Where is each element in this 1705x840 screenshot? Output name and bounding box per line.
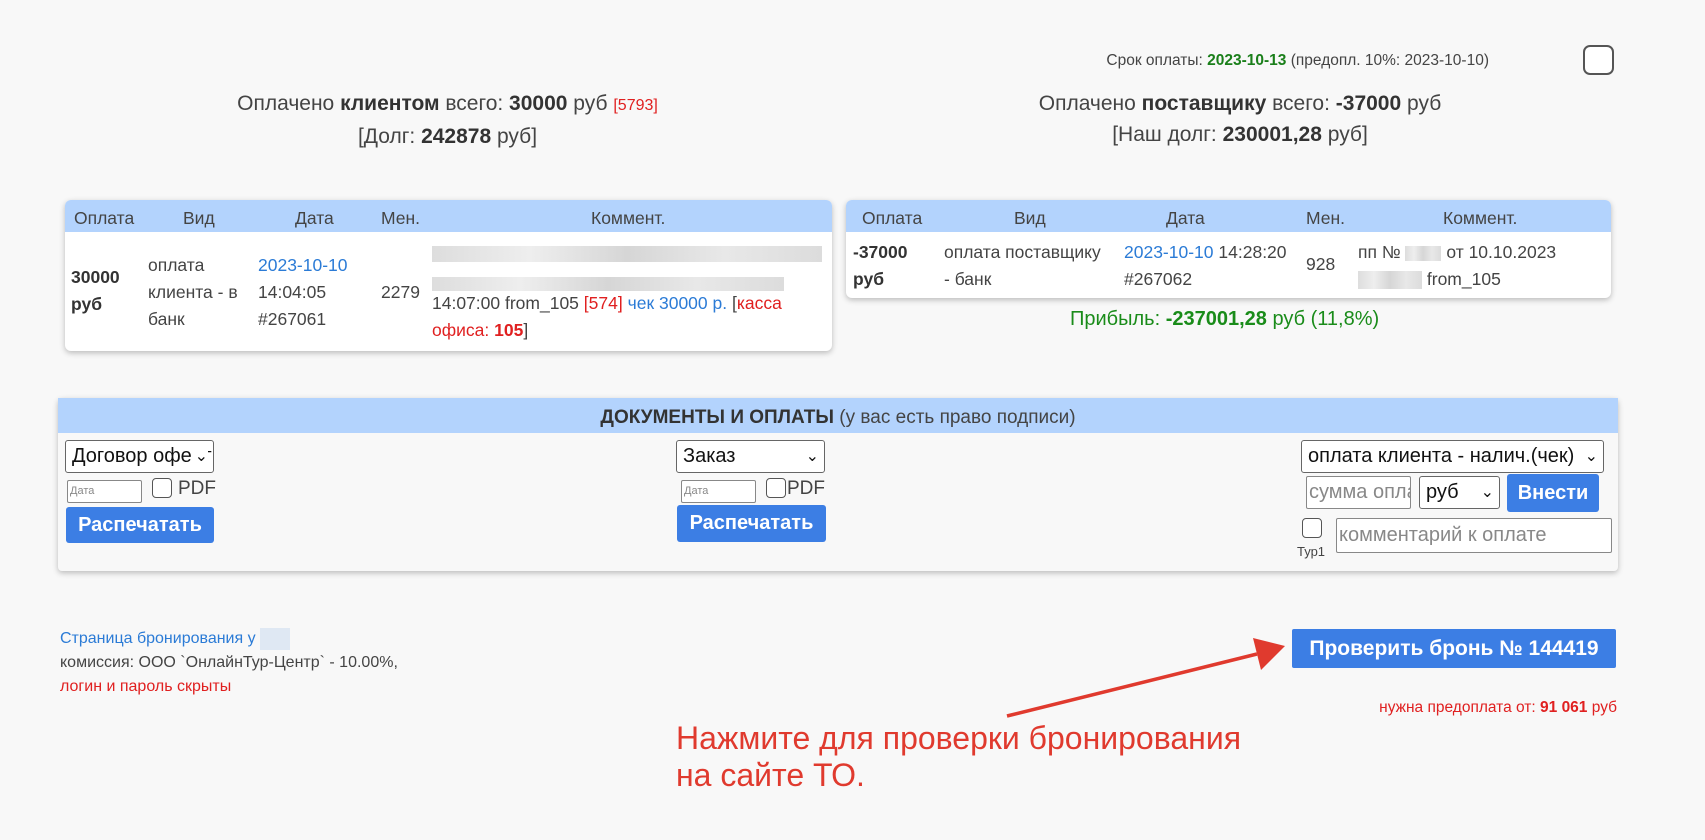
currency-select[interactable]: руб ⌄ bbox=[1419, 476, 1500, 509]
redacted-text bbox=[432, 240, 827, 292]
payment-date-link[interactable]: 2023-10-10 bbox=[258, 252, 348, 279]
client-paid-ref: [5793] bbox=[613, 97, 658, 114]
profit-amount: -237001,28 bbox=[1165, 308, 1267, 330]
supplier-paid-amount: -37000 bbox=[1335, 92, 1402, 115]
payment-date: 2023-10-10 14:04:05 #267061 bbox=[258, 252, 348, 333]
date-input[interactable]: Дата bbox=[67, 480, 142, 503]
payment-comment: пп № от 10.10.2023 from_105 bbox=[1358, 242, 1557, 290]
tur1-label: Тур1 bbox=[1297, 544, 1326, 559]
print-contract-button[interactable]: Распечатать bbox=[66, 507, 214, 543]
documents-payments-panel: ДОКУМЕНТЫ И ОПЛАТЫ (у вас есть право под… bbox=[58, 398, 1618, 571]
deadline-date: 2023-10-13 bbox=[1207, 52, 1287, 69]
manager-link[interactable]: 928 bbox=[1306, 251, 1335, 278]
payment-comment-input[interactable]: комментарий к оплате bbox=[1336, 518, 1612, 553]
booking-info: Страница бронирования у комиссия: ООО `О… bbox=[60, 627, 398, 699]
deadline-label: Срок оплаты: bbox=[1106, 52, 1203, 69]
payment-date: 2023-10-10 14:28:20 #267062 bbox=[1124, 242, 1287, 289]
payment-amount: -37000 руб bbox=[853, 242, 908, 289]
table-header: Оплата Вид Дата Мен. Коммент. bbox=[846, 200, 1611, 232]
order-document-select[interactable]: Заказ ⌄ bbox=[676, 440, 825, 473]
client-paid-summary: Оплачено клиентом всего: 30000 руб [5793… bbox=[237, 92, 658, 148]
payment-amount: 30000 руб bbox=[71, 267, 120, 314]
deadline-checkbox[interactable] bbox=[1583, 45, 1614, 75]
payment-kind: оплата поставщику - банк bbox=[944, 242, 1101, 289]
prepay-amount: 91 061 bbox=[1540, 699, 1588, 716]
login-hidden-text: логин и пароль скрыты bbox=[60, 678, 232, 695]
print-order-button[interactable]: Распечатать bbox=[677, 505, 826, 542]
booking-page-link[interactable]: Страница бронирования у bbox=[60, 630, 256, 647]
supplier-payments-table: Оплата Вид Дата Мен. Коммент. -37000 руб… bbox=[846, 200, 1611, 298]
deadline-prepay-note: (предопл. 10%: 2023-10-10) bbox=[1290, 52, 1489, 69]
payment-sum-input[interactable]: сумма оплаты bbox=[1306, 476, 1411, 509]
payment-kind-link[interactable]: оплата клиента - в банк bbox=[148, 252, 238, 333]
pdf-label: PDF bbox=[787, 478, 825, 499]
chevron-down-icon: ⌄ bbox=[192, 441, 208, 472]
check-booking-button[interactable]: Проверить бронь № 144419 bbox=[1292, 629, 1616, 668]
prepay-required: нужна предоплата от: 91 061 руб bbox=[1379, 699, 1617, 716]
profit-summary: Прибыль: -237001,28 руб (11,8%) bbox=[1070, 308, 1380, 330]
redacted-text bbox=[1358, 271, 1422, 290]
pdf-checkbox[interactable] bbox=[766, 478, 786, 498]
supplier-debt-amount: 230001,28 bbox=[1222, 123, 1322, 146]
tur1-checkbox[interactable] bbox=[1302, 518, 1322, 538]
redacted-text bbox=[260, 627, 291, 650]
commission-text: комиссия: ООО `ОнлайнТур-Центр` - 10.00%… bbox=[60, 654, 398, 671]
document-type-select[interactable]: Договор оферты ⌄ bbox=[65, 440, 214, 473]
panel-title: ДОКУМЕНТЫ И ОПЛАТЫ bbox=[600, 407, 835, 428]
annotation-hint: Нажмите для проверки бронирования на сай… bbox=[676, 720, 1242, 793]
chevron-down-icon: ⌄ bbox=[1480, 484, 1494, 501]
date-input[interactable]: Дата bbox=[681, 480, 756, 503]
client-paid-amount: 30000 bbox=[509, 92, 568, 115]
check-link[interactable]: чек 30000 р. bbox=[628, 293, 728, 313]
annotation-arrow-icon bbox=[1006, 638, 1285, 718]
payment-deadline: Срок оплаты: 2023-10-13 (предопл. 10%: 2… bbox=[1106, 52, 1489, 70]
chevron-down-icon: ⌄ bbox=[805, 448, 819, 465]
table-header: Оплата Вид Дата Мен. Коммент. bbox=[65, 200, 832, 232]
payment-type-select[interactable]: оплата клиента - налич.(чек) ⌄ bbox=[1301, 440, 1604, 473]
redacted-text bbox=[1405, 245, 1442, 261]
client-debt-amount: 242878 bbox=[421, 125, 492, 148]
submit-payment-button[interactable]: Внести bbox=[1507, 474, 1599, 512]
pdf-checkbox[interactable] bbox=[152, 478, 172, 498]
supplier-paid-summary: Оплачено поставщику всего: -37000 руб [Н… bbox=[1038, 92, 1442, 146]
payment-comment: 14:07:00 from_105 [574] чек 30000 р. [ка… bbox=[432, 240, 827, 344]
chevron-down-icon: ⌄ bbox=[1584, 448, 1598, 465]
pdf-label: PDF bbox=[178, 478, 216, 499]
payment-date-link[interactable]: 2023-10-10 bbox=[1124, 242, 1214, 262]
client-payments-table: Оплата Вид Дата Мен. Коммент. 30000 руб … bbox=[65, 200, 832, 351]
manager-link[interactable]: 2279 bbox=[381, 279, 420, 306]
panel-header: ДОКУМЕНТЫ И ОПЛАТЫ (у вас есть право под… bbox=[58, 398, 1618, 433]
